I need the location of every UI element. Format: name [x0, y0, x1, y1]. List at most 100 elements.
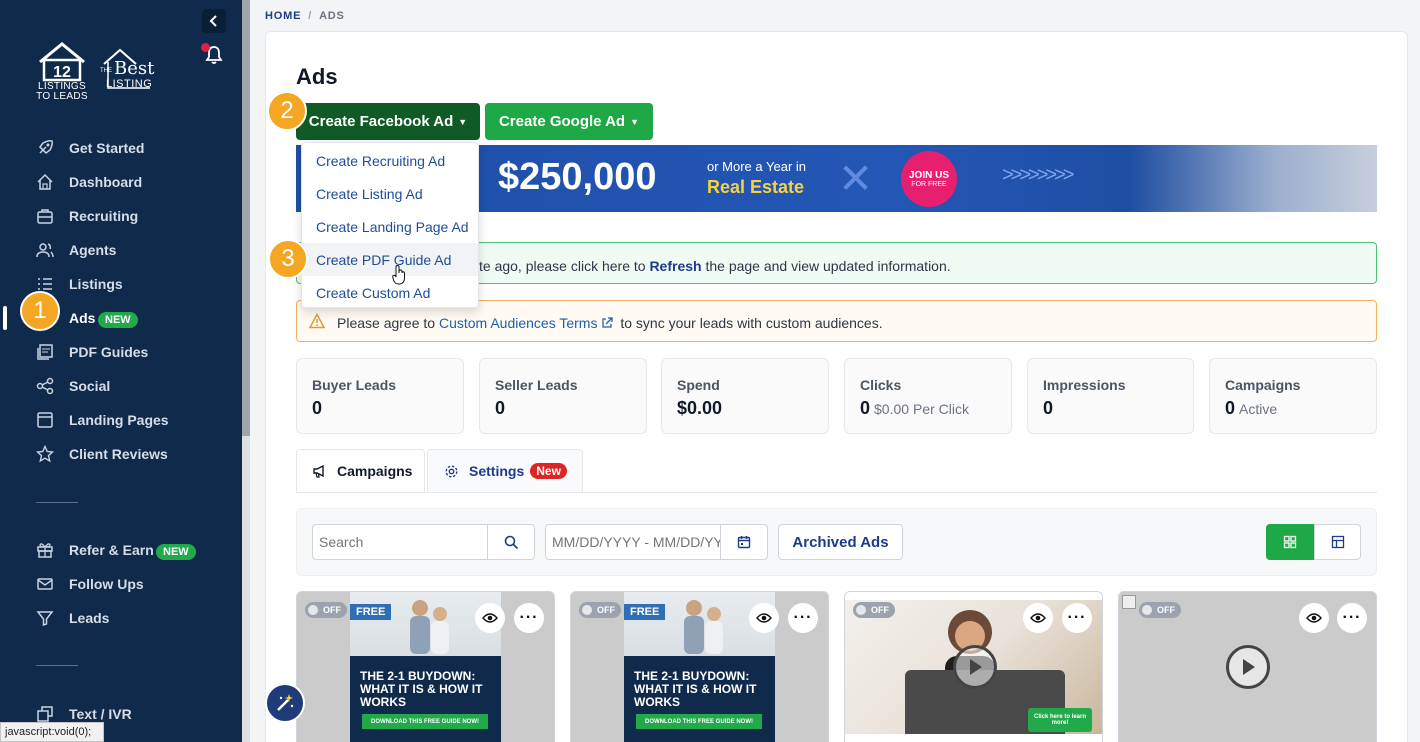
magic-wand-icon — [277, 694, 294, 711]
x-mark-icon: ✕ — [838, 155, 874, 202]
sidebar-item-landing-pages[interactable]: Landing Pages — [0, 405, 242, 435]
logo-mark: 12 — [53, 64, 71, 81]
ellipsis-icon: ··· — [519, 609, 539, 626]
facebook-ad-dropdown: Create Recruiting Ad Create Listing Ad C… — [301, 142, 479, 308]
search-input[interactable] — [312, 524, 488, 560]
new-badge: New — [530, 463, 567, 479]
guide-title: THE 2-1 BUYDOWN: WHAT IT IS & HOW IT WOR… — [634, 669, 757, 709]
sidebar-scrollbar-thumb[interactable] — [242, 0, 250, 436]
table-view-button[interactable] — [1314, 524, 1361, 560]
stat-card-impressions: Impressions 0 — [1027, 358, 1194, 434]
pdf-icon — [37, 344, 53, 360]
gear-icon — [445, 464, 458, 478]
search-icon — [504, 535, 518, 549]
status-toggle[interactable]: OFF — [853, 602, 895, 618]
custom-audiences-terms-link[interactable]: Custom Audiences Terms — [439, 315, 597, 331]
sidebar-item-pdf-guides[interactable]: PDF Guides — [0, 337, 242, 367]
learn-more-badge: Click here to learn more! — [1028, 708, 1092, 732]
stat-label: Seller Leads — [495, 377, 578, 393]
tab-settings[interactable]: Settings New — [427, 449, 583, 492]
preview-button[interactable] — [1299, 603, 1329, 633]
caret-down-icon: ▼ — [630, 116, 640, 127]
tab-campaigns[interactable]: Campaigns — [296, 449, 425, 492]
sidebar-item-label: Ads — [69, 310, 96, 326]
archived-ads-button[interactable]: Archived Ads — [778, 524, 903, 560]
home-icon — [37, 173, 53, 190]
calendar-icon — [737, 536, 751, 549]
stat-label: Campaigns — [1225, 377, 1301, 393]
sidebar-item-recruiting[interactable]: Recruiting — [0, 201, 242, 231]
hand-cursor-icon — [392, 265, 405, 285]
status-toggle[interactable]: OFF — [305, 602, 347, 618]
ad-card[interactable]: OFF ··· — [1118, 591, 1377, 742]
collapse-sidebar-button[interactable] — [202, 9, 226, 33]
more-options-button[interactable]: ··· — [1062, 603, 1092, 633]
more-options-button[interactable]: ··· — [514, 603, 544, 633]
logo-best: Best — [114, 58, 155, 79]
magic-wand-button[interactable] — [265, 683, 305, 723]
sidebar-item-leads[interactable]: Leads — [0, 603, 242, 633]
stat-card-seller-leads: Seller Leads 0 — [479, 358, 647, 434]
sidebar-item-refer-earn[interactable]: Refer & Earn — [0, 535, 242, 565]
sidebar-item-client-reviews[interactable]: Client Reviews — [0, 439, 242, 469]
sidebar-item-get-started[interactable]: Get Started — [0, 133, 242, 163]
status-toggle[interactable]: OFF — [1139, 602, 1181, 618]
menu-item-landing-page-ad[interactable]: Create Landing Page Ad — [302, 210, 478, 243]
breadcrumb-current: ADS — [319, 10, 345, 22]
sidebar-item-label: Agents — [69, 242, 117, 258]
more-options-button[interactable]: ··· — [788, 603, 818, 633]
stat-value: 0 $0.00 Per Click — [860, 398, 969, 418]
page-title: Ads — [296, 64, 338, 89]
external-link-icon — [602, 317, 614, 328]
star-icon — [36, 445, 54, 463]
grid-icon — [1283, 535, 1297, 549]
free-badge: FREE — [350, 604, 392, 620]
sidebar-item-dashboard[interactable]: Dashboard — [0, 167, 242, 197]
more-options-button[interactable]: ··· — [1337, 603, 1367, 633]
menu-item-recruiting-ad[interactable]: Create Recruiting Ad — [302, 144, 478, 177]
preview-button[interactable] — [749, 603, 779, 633]
sidebar-item-social[interactable]: Social — [0, 371, 242, 401]
create-google-ad-button[interactable]: Create Google Ad ▼ — [485, 103, 653, 140]
browser-status-bar: javascript:void(0); — [0, 722, 104, 742]
sidebar-item-agents[interactable]: Agents — [0, 235, 242, 265]
menu-item-custom-ad[interactable]: Create Custom Ad — [302, 276, 478, 309]
ad-card[interactable]: Click here to learn more! OFF ··· — [844, 591, 1103, 742]
stat-value: 0 Active — [1225, 398, 1278, 418]
sidebar-item-label: PDF Guides — [69, 344, 149, 360]
sidebar-divider — [36, 665, 78, 666]
eye-icon — [756, 613, 772, 623]
ad-card[interactable]: FREE THE 2-1 BUYDOWN: WHAT IT IS & HOW I… — [296, 591, 555, 742]
date-range-input[interactable] — [545, 524, 721, 560]
sidebar-item-label: Social — [69, 378, 111, 394]
sidebar-item-label: Listings — [69, 276, 123, 292]
search-button[interactable] — [487, 524, 535, 560]
filter-icon — [36, 611, 54, 627]
preview-button[interactable] — [475, 603, 505, 633]
sidebar-item-follow-ups[interactable]: Follow Ups — [0, 569, 242, 599]
ad-card[interactable]: FREE THE 2-1 BUYDOWN: WHAT IT IS & HOW I… — [570, 591, 829, 742]
play-button[interactable] — [1226, 645, 1270, 689]
grid-view-button[interactable] — [1266, 524, 1314, 560]
mail-icon — [37, 578, 53, 590]
calendar-button[interactable] — [720, 524, 768, 560]
stat-card-clicks: Clicks 0 $0.00 Per Click — [844, 358, 1012, 434]
eye-icon — [1030, 613, 1046, 623]
play-button[interactable] — [953, 645, 997, 689]
status-toggle[interactable]: OFF — [579, 602, 621, 618]
create-facebook-ad-button[interactable]: Create Facebook Ad ▼ — [296, 103, 480, 140]
stat-value: 0 — [1043, 398, 1054, 418]
logo-listing: LISTING — [106, 78, 153, 90]
sidebar-item-label: Follow Ups — [69, 576, 144, 592]
ellipsis-icon: ··· — [793, 609, 813, 626]
preview-button[interactable] — [1023, 603, 1053, 633]
notification-dot — [201, 43, 210, 52]
menu-item-listing-ad[interactable]: Create Listing Ad — [302, 177, 478, 210]
stat-value: 0 — [495, 398, 506, 418]
menu-item-pdf-guide-ad[interactable]: Create PDF Guide Ad — [302, 243, 478, 276]
join-us-badge: JOIN US FOR FREE — [901, 151, 957, 207]
stat-value: $0.00 — [677, 398, 723, 418]
breadcrumb-home[interactable]: HOME — [265, 10, 301, 22]
banner-highlight: Real Estate — [707, 177, 805, 197]
refresh-link[interactable]: Refresh — [649, 258, 701, 274]
